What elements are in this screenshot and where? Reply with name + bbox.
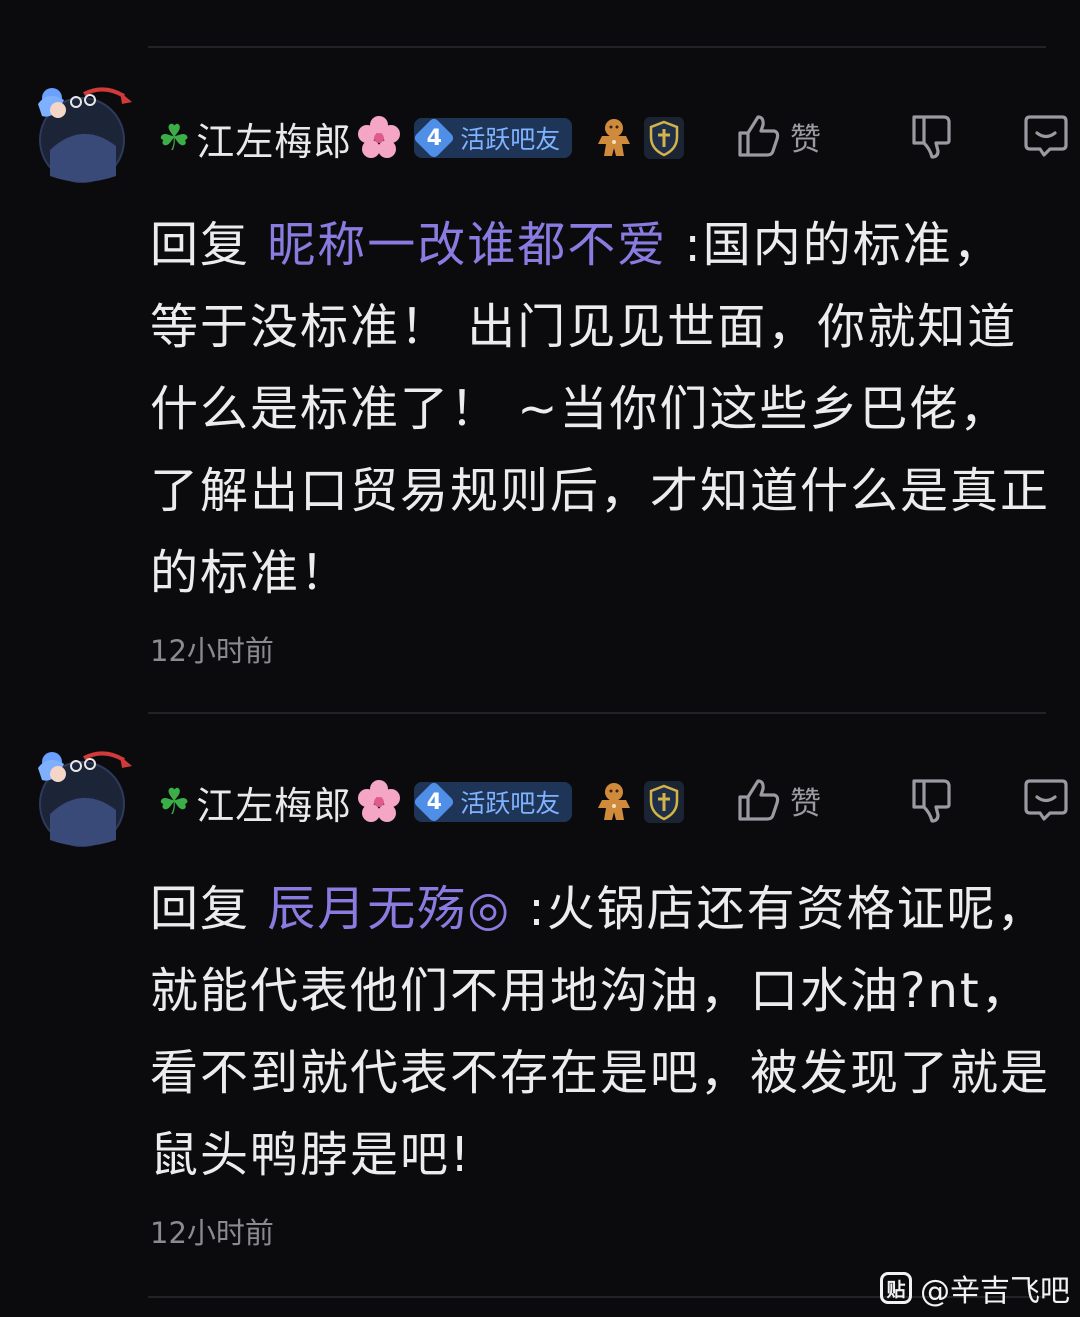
- cherry-blossom-icon: [358, 116, 401, 158]
- comment-icon: [1024, 115, 1068, 157]
- user-row: ☘ 江左梅郎 4 活跃吧友: [158, 772, 685, 832]
- divider: [148, 712, 1046, 714]
- action-bar: 赞: [736, 762, 1080, 838]
- thumbs-up-icon: [738, 779, 780, 821]
- avatar[interactable]: [24, 80, 136, 188]
- reply-content: 回复 昵称一改谁都不爱 :国内的标准，等于没标准！ 出门见见世面，你就知道什么是…: [150, 217, 1051, 601]
- dislike-button[interactable]: [876, 113, 986, 159]
- mention-link[interactable]: 昵称一改谁都不爱: [267, 217, 667, 273]
- avatar[interactable]: [24, 744, 136, 852]
- four-leaf-clover-icon: ☘: [158, 781, 191, 823]
- level-badge[interactable]: 4 活跃吧友: [414, 782, 573, 822]
- like-button[interactable]: 赞: [736, 113, 876, 159]
- divider: [148, 46, 1046, 48]
- timestamp: 12小时前: [150, 634, 274, 668]
- four-leaf-clover-icon: ☘: [158, 117, 191, 159]
- shield-icon: [644, 117, 685, 159]
- reply-content: 回复 辰月无殇◎ :火锅店还有资格证呢，就能代表他们不用地沟油，口水油?nt，看…: [150, 881, 1051, 1183]
- watermark: 贴 @辛吉飞吧: [880, 1268, 1070, 1309]
- comment-button[interactable]: [986, 777, 1080, 823]
- comment-button[interactable]: [986, 113, 1080, 159]
- tieba-logo-icon: 贴: [880, 1272, 912, 1304]
- watermark-text: @辛吉飞吧: [920, 1274, 1070, 1309]
- thumbs-up-icon: [738, 115, 780, 157]
- gingerbread-icon: [598, 119, 631, 156]
- level-diamond-icon: 4: [414, 782, 454, 822]
- mention-link[interactable]: 辰月无殇◎: [267, 881, 511, 937]
- shield-icon: [644, 781, 685, 823]
- cherry-blossom-icon: [358, 780, 401, 822]
- thumbs-down-icon: [912, 779, 951, 823]
- level-label: 活跃吧友: [460, 125, 561, 154]
- timestamp: 12小时前: [150, 1216, 274, 1250]
- gingerbread-icon: [598, 783, 631, 820]
- thumbs-down-icon: [912, 115, 951, 159]
- user-row: ☘ 江左梅郎 4 活跃吧友: [158, 108, 685, 168]
- dislike-button[interactable]: [876, 777, 986, 823]
- comment-icon: [1024, 779, 1068, 821]
- action-bar: 赞: [736, 98, 1080, 174]
- level-diamond-icon: 4: [414, 118, 454, 158]
- level-label: 活跃吧友: [460, 789, 561, 818]
- reply-list: ☘ 江左梅郎 4 活跃吧友 赞 回复 昵称一改谁都不爱:国内的标准，等于没标准…: [0, 0, 1080, 1317]
- username[interactable]: 江左梅郎: [196, 111, 352, 166]
- level-badge[interactable]: 4 活跃吧友: [414, 118, 573, 158]
- like-button[interactable]: 赞: [736, 777, 876, 823]
- username[interactable]: 江左梅郎: [196, 775, 352, 830]
